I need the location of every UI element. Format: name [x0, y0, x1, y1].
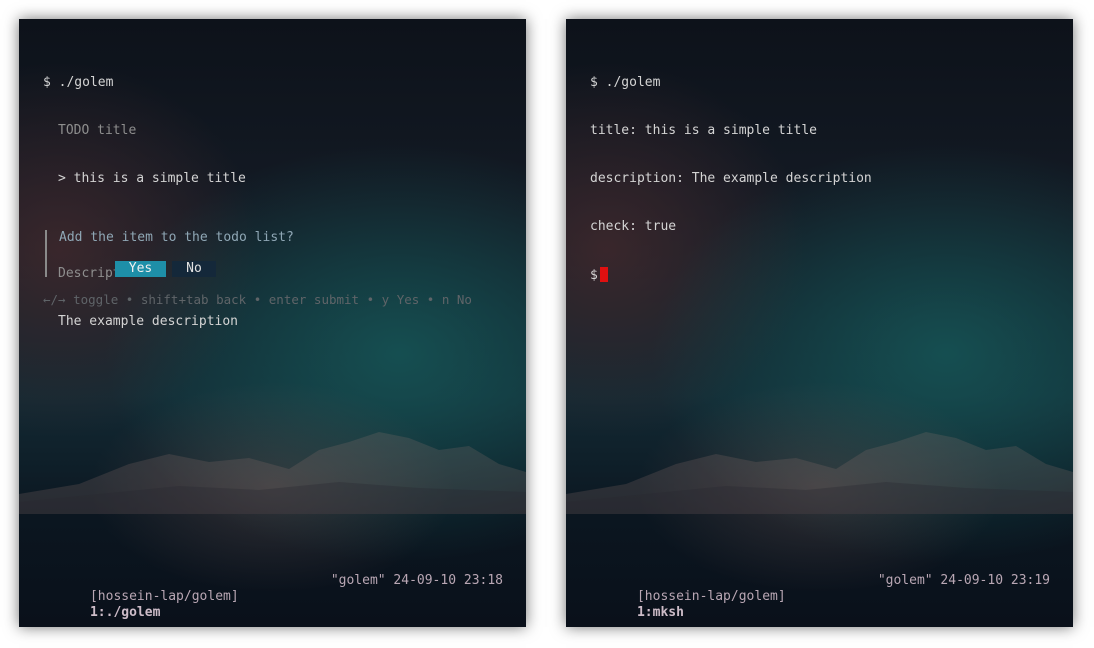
description-input-value[interactable]: The example description [43, 314, 516, 330]
title-input-value: this is a simple title [73, 171, 246, 186]
output-line: $ ./golem [590, 75, 661, 90]
session-name: [hossein-lap/golem] [89, 589, 239, 604]
text-cursor [599, 267, 608, 282]
status-right-info: "golem" 24-09-10 23:19 [877, 573, 1050, 588]
no-button[interactable]: No [172, 261, 216, 277]
window-tab-active[interactable]: 1:mksh [637, 605, 684, 620]
status-right-info: "golem" 24-09-10 23:18 [330, 573, 503, 588]
output-line: title: this is a simple title [590, 123, 817, 138]
wallpaper-mountains [19, 432, 526, 514]
shell-prompt: $ [590, 268, 598, 283]
output-line: description: The example description [590, 171, 872, 186]
session-name: [hossein-lap/golem] [636, 589, 786, 604]
terminal-output: $ ./golem title: this is a simple title … [590, 43, 1063, 315]
output-line: check: true [590, 219, 677, 234]
command-line: $ ./golem [43, 75, 114, 90]
title-input-prompt: > [58, 171, 74, 186]
window-tab-active[interactable]: 1:./golem [90, 605, 160, 620]
yes-button[interactable]: Yes [115, 261, 166, 277]
keybinding-help: ←/→ toggle • shift+tab back • enter subm… [43, 292, 472, 307]
tmux-status-bar: [hossein-lap/golem] 1:mksh "golem" 24-09… [590, 573, 1050, 620]
terminal-output: $ ./golem TODO title > this is a simple … [43, 43, 516, 362]
wallpaper-mountains [566, 432, 1073, 514]
terminal-window-right[interactable]: $ ./golem title: this is a simple title … [566, 19, 1073, 627]
title-field-label: TODO title [58, 123, 137, 138]
shell-prompt-line[interactable]: $ [590, 267, 1063, 283]
tmux-status-bar: [hossein-lap/golem] 1:./golem "golem" 24… [43, 573, 503, 620]
confirm-question: Add the item to the todo list? [59, 230, 294, 245]
terminal-window-left[interactable]: $ ./golem TODO title > this is a simple … [19, 19, 526, 627]
title-input[interactable]: > this is a simple title [43, 171, 516, 187]
confirm-dialog: Add the item to the todo list? Yes No [45, 230, 447, 277]
